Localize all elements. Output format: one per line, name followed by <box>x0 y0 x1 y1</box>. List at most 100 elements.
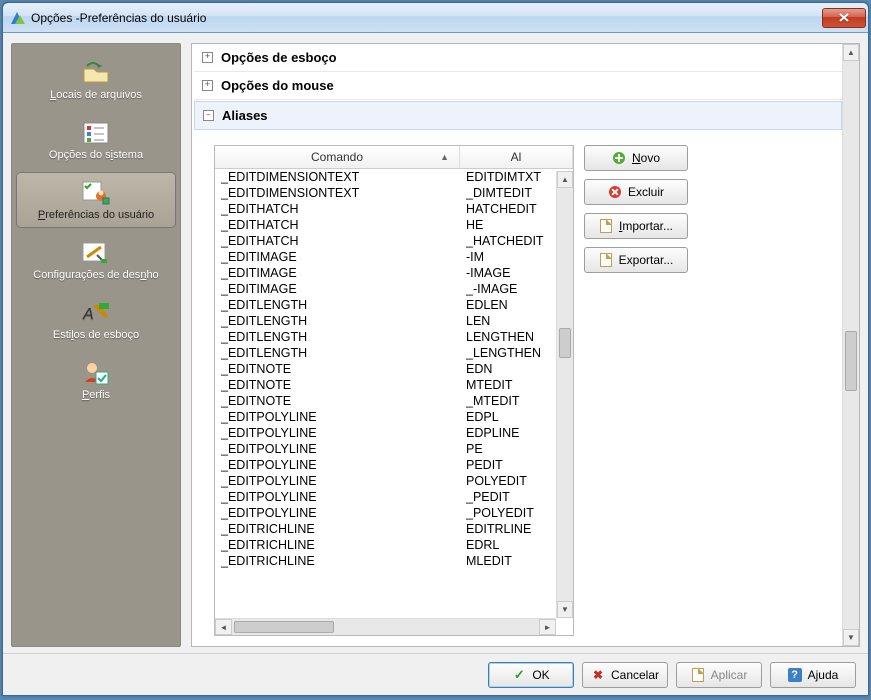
table-header: Comando ▲ Al <box>215 146 573 169</box>
table-row[interactable]: _EDITRICHLINEEDRL <box>215 537 573 553</box>
sidebar-item-drawing-settings[interactable]: Configurações de desnho <box>16 232 176 288</box>
cell-command: _EDITIMAGE <box>215 265 460 281</box>
table-row[interactable]: _EDITDIMENSIONTEXT_DIMTEDIT <box>215 185 573 201</box>
apply-button[interactable]: Aplicar <box>676 662 762 688</box>
table-row[interactable]: _EDITRICHLINEEDITRLINE <box>215 521 573 537</box>
expand-icon[interactable]: + <box>202 80 213 91</box>
sort-asc-icon: ▲ <box>440 152 449 162</box>
sidebar-item-label: Configurações de desnho <box>33 269 158 281</box>
export-button[interactable]: Exportar... <box>584 247 688 273</box>
table-row[interactable]: _EDITLENGTHLEN <box>215 313 573 329</box>
titlebar[interactable]: Opções -Preferências do usuário <box>3 3 868 33</box>
check-icon: ✓ <box>512 668 526 682</box>
panel-vertical-scrollbar[interactable]: ▲ ▼ <box>842 44 859 646</box>
table-horizontal-scrollbar[interactable]: ◄ ► <box>215 618 556 635</box>
table-row[interactable]: _EDITPOLYLINEPOLYEDIT <box>215 473 573 489</box>
scroll-right-icon[interactable]: ► <box>539 619 556 635</box>
delete-icon <box>608 185 622 199</box>
cell-command: _EDITIMAGE <box>215 249 460 265</box>
table-row[interactable]: _EDITNOTEMTEDIT <box>215 377 573 393</box>
cancel-button[interactable]: ✖ Cancelar <box>582 662 668 688</box>
scroll-up-icon[interactable]: ▲ <box>557 171 573 188</box>
ok-button[interactable]: ✓ OK <box>488 662 574 688</box>
table-vertical-scrollbar[interactable]: ▲ ▼ <box>556 171 573 618</box>
import-button[interactable]: Importar... <box>584 213 688 239</box>
new-button[interactable]: Novo <box>584 145 688 171</box>
help-button[interactable]: ? Ajuda <box>770 662 856 688</box>
table-row[interactable]: _EDITIMAGE-IMAGE <box>215 265 573 281</box>
sidebar-item-label: Perfis <box>82 389 110 401</box>
table-row[interactable]: _EDITHATCHHATCHEDIT <box>215 201 573 217</box>
cell-command: _EDITIMAGE <box>215 281 460 297</box>
plus-icon <box>612 151 626 165</box>
sidebar-item-user-preferences[interactable]: Preferências do usuário <box>16 172 176 228</box>
table-row[interactable]: _EDITDIMENSIONTEXTEDITDIMTXT <box>215 169 573 185</box>
scroll-left-icon[interactable]: ◄ <box>215 619 232 635</box>
tree-item-sketch-options[interactable]: + Opções de esboço <box>194 44 842 72</box>
table-row[interactable]: _EDITLENGTHEDLEN <box>215 297 573 313</box>
tree-item-aliases[interactable]: – Aliases <box>194 101 842 130</box>
import-icon <box>599 219 613 233</box>
sidebar-item-profiles[interactable]: Perfis <box>16 352 176 408</box>
cell-command: _EDITPOLYLINE <box>215 409 460 425</box>
aliases-table: Comando ▲ Al _EDITDIMENSIONTEXTEDITDIMTX… <box>214 145 574 636</box>
column-header-alias[interactable]: Al <box>460 146 573 168</box>
tree-item-mouse-options[interactable]: + Opções do mouse <box>194 72 842 100</box>
cell-command: _EDITPOLYLINE <box>215 425 460 441</box>
scroll-up-icon[interactable]: ▲ <box>843 44 859 61</box>
cell-command: _EDITRICHLINE <box>215 521 460 537</box>
sidebar-item-system-options[interactable]: Opções do sistema <box>16 112 176 168</box>
scroll-track[interactable] <box>232 619 539 635</box>
app-icon <box>9 10 25 26</box>
table-row[interactable]: _EDITRICHLINEMLEDIT <box>215 553 573 569</box>
table-row[interactable]: _EDITIMAGE_-IMAGE <box>215 281 573 297</box>
cell-command: _EDITHATCH <box>215 233 460 249</box>
tree-label: Opções do mouse <box>221 78 334 93</box>
close-button[interactable] <box>822 8 866 28</box>
sidebar-item-sketch-styles[interactable]: A Estilos de esboço <box>16 292 176 348</box>
table-row[interactable]: _EDITPOLYLINE_POLYEDIT <box>215 505 573 521</box>
scroll-track[interactable] <box>557 188 573 601</box>
table-row[interactable]: _EDITPOLYLINE_PEDIT <box>215 489 573 505</box>
table-row[interactable]: _EDITHATCHHE <box>215 217 573 233</box>
svg-text:A: A <box>82 306 94 323</box>
table-row[interactable]: _EDITPOLYLINEPEDIT <box>215 457 573 473</box>
cell-command: _EDITRICHLINE <box>215 553 460 569</box>
help-icon: ? <box>788 668 802 682</box>
scroll-thumb[interactable] <box>559 328 571 358</box>
sidebar-item-label: Opções do sistema <box>49 149 143 161</box>
cell-command: _EDITNOTE <box>215 377 460 393</box>
apply-icon <box>691 668 705 682</box>
table-row[interactable]: _EDITLENGTHLENGTHEN <box>215 329 573 345</box>
tree-label: Aliases <box>222 108 268 123</box>
table-body: _EDITDIMENSIONTEXTEDITDIMTXT_EDITDIMENSI… <box>215 169 573 635</box>
cell-command: _EDITPOLYLINE <box>215 505 460 521</box>
table-row[interactable]: _EDITNOTEEDN <box>215 361 573 377</box>
table-row[interactable]: _EDITHATCH_HATCHEDIT <box>215 233 573 249</box>
scroll-down-icon[interactable]: ▼ <box>557 601 573 618</box>
column-header-command[interactable]: Comando ▲ <box>215 146 460 168</box>
export-icon <box>599 253 613 267</box>
scroll-down-icon[interactable]: ▼ <box>843 629 859 646</box>
table-row[interactable]: _EDITNOTE_MTEDIT <box>215 393 573 409</box>
scroll-thumb[interactable] <box>234 621 334 633</box>
cell-command: _EDITLENGTH <box>215 329 460 345</box>
sidebar-item-file-locations[interactable]: Locais de arquivos <box>16 52 176 108</box>
expand-icon[interactable]: + <box>202 52 213 63</box>
aliases-pane: Comando ▲ Al _EDITDIMENSIONTEXTEDITDIMTX… <box>194 131 842 640</box>
cell-command: _EDITPOLYLINE <box>215 473 460 489</box>
delete-button[interactable]: Excluir <box>584 179 688 205</box>
sidebar-item-label: Estilos de esboço <box>53 329 139 341</box>
collapse-icon[interactable]: – <box>203 110 214 121</box>
scroll-track[interactable] <box>843 61 859 629</box>
cell-command: _EDITLENGTH <box>215 297 460 313</box>
table-row[interactable]: _EDITPOLYLINEEDPLINE <box>215 425 573 441</box>
scroll-thumb[interactable] <box>845 331 857 391</box>
tree-label: Opções de esboço <box>221 50 337 65</box>
table-row[interactable]: _EDITIMAGE-IM <box>215 249 573 265</box>
sidebar: Locais de arquivos Opções do sistema Pre… <box>11 43 181 647</box>
cell-command: _EDITNOTE <box>215 393 460 409</box>
table-row[interactable]: _EDITPOLYLINEEDPL <box>215 409 573 425</box>
table-row[interactable]: _EDITPOLYLINEPE <box>215 441 573 457</box>
table-row[interactable]: _EDITLENGTH_LENGTHEN <box>215 345 573 361</box>
